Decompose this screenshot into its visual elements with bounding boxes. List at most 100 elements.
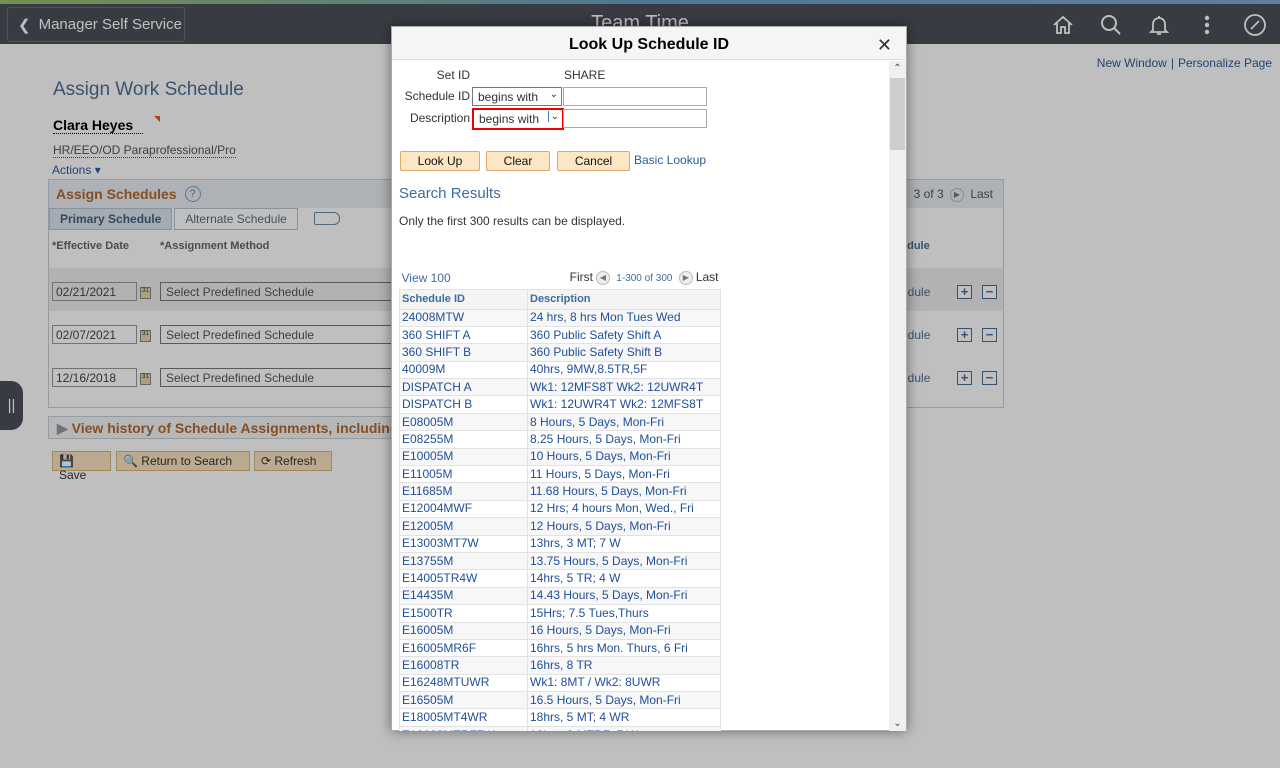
description-link[interactable]: Wk1: 12UWR4T Wk2: 12MFS8T: [527, 395, 721, 414]
basic-lookup-link[interactable]: Basic Lookup: [634, 153, 706, 167]
description-link[interactable]: 15Hrs; 7.5 Tues,Thurs: [527, 604, 721, 623]
description-link[interactable]: 16hrs, 8 TR: [527, 656, 721, 675]
schedule-id-link[interactable]: E08005M: [399, 412, 528, 432]
close-icon[interactable]: ✕: [877, 27, 892, 63]
result-row[interactable]: 360 SHIFT B 360 Public Safety Shift B: [399, 343, 721, 362]
schedule-id-link[interactable]: E16008TR: [399, 656, 528, 675]
description-link[interactable]: 10 Hours, 5 Days, Mon-Fri: [527, 447, 721, 467]
schedule-id-link[interactable]: E08255M: [399, 430, 528, 449]
result-row[interactable]: E19003MTRF7W19hrs, 3 MTRF; 7 W: [399, 725, 721, 731]
scroll-up-icon[interactable]: ⌃: [889, 63, 906, 74]
description-link[interactable]: 19hrs, 3 MTRF; 7 W: [527, 725, 721, 731]
schedule-id-link[interactable]: E16005MR6F: [399, 638, 528, 658]
description-input[interactable]: [563, 109, 707, 128]
description-link[interactable]: 12 Hours, 5 Days, Mon-Fri: [527, 517, 721, 536]
first-link[interactable]: First: [570, 270, 593, 284]
schedule-id-link[interactable]: E12004MWF: [399, 499, 528, 519]
schedule-id-link[interactable]: E16505M: [399, 691, 528, 710]
description-link[interactable]: 11 Hours, 5 Days, Mon-Fri: [527, 465, 721, 484]
schedule-id-link[interactable]: 360 SHIFT A: [399, 325, 528, 345]
result-row[interactable]: E16005M 16 Hours, 5 Days, Mon-Fri: [399, 621, 721, 640]
schedule-id-label: Schedule ID: [404, 89, 470, 103]
last-link[interactable]: Last: [696, 270, 719, 284]
result-row[interactable]: E08255M 8.25 Hours, 5 Days, Mon-Fri: [399, 430, 721, 449]
previous-icon[interactable]: ◀: [595, 271, 610, 286]
result-row[interactable]: E18005MT4WR 18hrs, 5 MT; 4 WR: [399, 708, 721, 727]
description-link[interactable]: Wk1: 8MT / Wk2: 8UWR: [527, 673, 721, 693]
result-row[interactable]: DISPATCH A Wk1: 12MFS8T Wk2: 12UWR4T: [399, 378, 721, 397]
result-row[interactable]: E16248MTUWR Wk1: 8MT / Wk2: 8UWR: [399, 673, 721, 693]
schedule-id-input[interactable]: [563, 87, 707, 106]
schedule-id-link[interactable]: E16005M: [399, 621, 528, 640]
result-row[interactable]: E16505M 16.5 Hours, 5 Days, Mon-Fri: [399, 691, 721, 710]
result-row[interactable]: E12004MWF 12 Hrs; 4 hours Mon, Wed., Fri: [399, 499, 721, 519]
schedule-id-link[interactable]: E18005MT4WR: [399, 708, 528, 727]
description-link[interactable]: 14.43 Hours, 5 Days, Mon-Fri: [527, 586, 721, 606]
description-link[interactable]: 14hrs, 5 TR; 4 W: [527, 569, 721, 588]
operator-value: begins with: [478, 90, 539, 104]
result-row[interactable]: E14435M 14.43 Hours, 5 Days, Mon-Fri: [399, 586, 721, 606]
description-link[interactable]: 8.25 Hours, 5 Days, Mon-Fri: [527, 430, 721, 449]
view-100-link[interactable]: View 100: [399, 268, 528, 289]
results-note: Only the first 300 results can be displa…: [399, 214, 626, 228]
look-up-button[interactable]: Look Up: [400, 151, 480, 171]
description-link[interactable]: 8 Hours, 5 Days, Mon-Fri: [527, 412, 721, 432]
result-row[interactable]: E10005M 10 Hours, 5 Days, Mon-Fri: [399, 447, 721, 467]
description-link[interactable]: 360 Public Safety Shift B: [527, 343, 721, 362]
schedule-id-link[interactable]: E12005M: [399, 517, 528, 536]
description-link[interactable]: 11.68 Hours, 5 Days, Mon-Fri: [527, 482, 721, 501]
scrollbar-thumb[interactable]: [890, 78, 905, 150]
schedule-id-link[interactable]: E13755M: [399, 551, 528, 571]
schedule-id-link[interactable]: E10005M: [399, 447, 528, 467]
description-link[interactable]: Wk1: 12MFS8T Wk2: 12UWR4T: [527, 378, 721, 397]
search-results-title: Search Results: [399, 185, 501, 202]
schedule-id-link[interactable]: E16248MTUWR: [399, 673, 528, 693]
description-link[interactable]: 40hrs, 9MW,8.5TR,5F: [527, 360, 721, 380]
result-row[interactable]: E11005M 11 Hours, 5 Days, Mon-Fri: [399, 465, 721, 484]
description-link[interactable]: 360 Public Safety Shift A: [527, 325, 721, 345]
col-description[interactable]: Description: [527, 288, 721, 310]
result-row[interactable]: 24008MTW 24 hrs, 8 hrs Mon Tues Wed: [399, 308, 721, 327]
result-row[interactable]: E1500TR 15Hrs; 7.5 Tues,Thurs: [399, 604, 721, 623]
result-row[interactable]: E14005TR4W 14hrs, 5 TR; 4 W: [399, 569, 721, 588]
result-row[interactable]: DISPATCH B Wk1: 12UWR4T Wk2: 12MFS8T: [399, 395, 721, 414]
description-label: Description: [409, 111, 470, 125]
description-link[interactable]: 13.75 Hours, 5 Days, Mon-Fri: [527, 551, 721, 571]
modal-scrollbar[interactable]: ⌃ ⌄: [889, 61, 906, 731]
result-row[interactable]: 40009M 40hrs, 9MW,8.5TR,5F: [399, 360, 721, 380]
result-row[interactable]: E12005M 12 Hours, 5 Days, Mon-Fri: [399, 517, 721, 536]
schedule-id-link[interactable]: E1500TR: [399, 604, 528, 623]
schedule-id-link[interactable]: E19003MTRF7W: [399, 725, 528, 731]
description-link[interactable]: 13hrs, 3 MT; 7 W: [527, 534, 721, 553]
description-operator-select[interactable]: begins with ⌄: [472, 108, 564, 130]
scroll-down-icon[interactable]: ⌄: [889, 718, 906, 729]
result-row[interactable]: E08005M 8 Hours, 5 Days, Mon-Fri: [399, 412, 721, 432]
schedule-id-link[interactable]: 24008MTW: [399, 308, 528, 327]
schedule-id-operator-select[interactable]: begins with ⌄: [472, 87, 562, 106]
schedule-id-link[interactable]: DISPATCH B: [399, 395, 528, 414]
result-row[interactable]: E13755M 13.75 Hours, 5 Days, Mon-Fri: [399, 551, 721, 571]
description-link[interactable]: 18hrs, 5 MT; 4 WR: [527, 708, 721, 727]
next-icon[interactable]: ▶: [678, 271, 693, 286]
clear-button[interactable]: Clear: [486, 151, 550, 171]
schedule-id-link[interactable]: E14005TR4W: [399, 569, 528, 588]
col-schedule-id[interactable]: Schedule ID: [399, 288, 528, 310]
result-row[interactable]: E16005MR6F 16hrs, 5 hrs Mon. Thurs, 6 Fri: [399, 638, 721, 658]
cancel-button[interactable]: Cancel: [557, 151, 630, 171]
schedule-id-link[interactable]: E11005M: [399, 465, 528, 484]
schedule-id-link[interactable]: DISPATCH A: [399, 378, 528, 397]
description-link[interactable]: 16.5 Hours, 5 Days, Mon-Fri: [527, 691, 721, 710]
schedule-id-link[interactable]: 40009M: [399, 360, 528, 380]
description-link[interactable]: 24 hrs, 8 hrs Mon Tues Wed: [527, 308, 721, 327]
schedule-id-link[interactable]: 360 SHIFT B: [399, 343, 528, 362]
schedule-id-link[interactable]: E11685M: [399, 482, 528, 501]
schedule-id-link[interactable]: E13003MT7W: [399, 534, 528, 553]
description-link[interactable]: 16hrs, 5 hrs Mon. Thurs, 6 Fri: [527, 638, 721, 658]
result-row[interactable]: 360 SHIFT A 360 Public Safety Shift A: [399, 325, 721, 345]
description-link[interactable]: 16 Hours, 5 Days, Mon-Fri: [527, 621, 721, 640]
result-row[interactable]: E13003MT7W 13hrs, 3 MT; 7 W: [399, 534, 721, 553]
schedule-id-link[interactable]: E14435M: [399, 586, 528, 606]
result-row[interactable]: E16008TR 16hrs, 8 TR: [399, 656, 721, 675]
description-link[interactable]: 12 Hrs; 4 hours Mon, Wed., Fri: [527, 499, 721, 519]
result-row[interactable]: E11685M 11.68 Hours, 5 Days, Mon-Fri: [399, 482, 721, 501]
